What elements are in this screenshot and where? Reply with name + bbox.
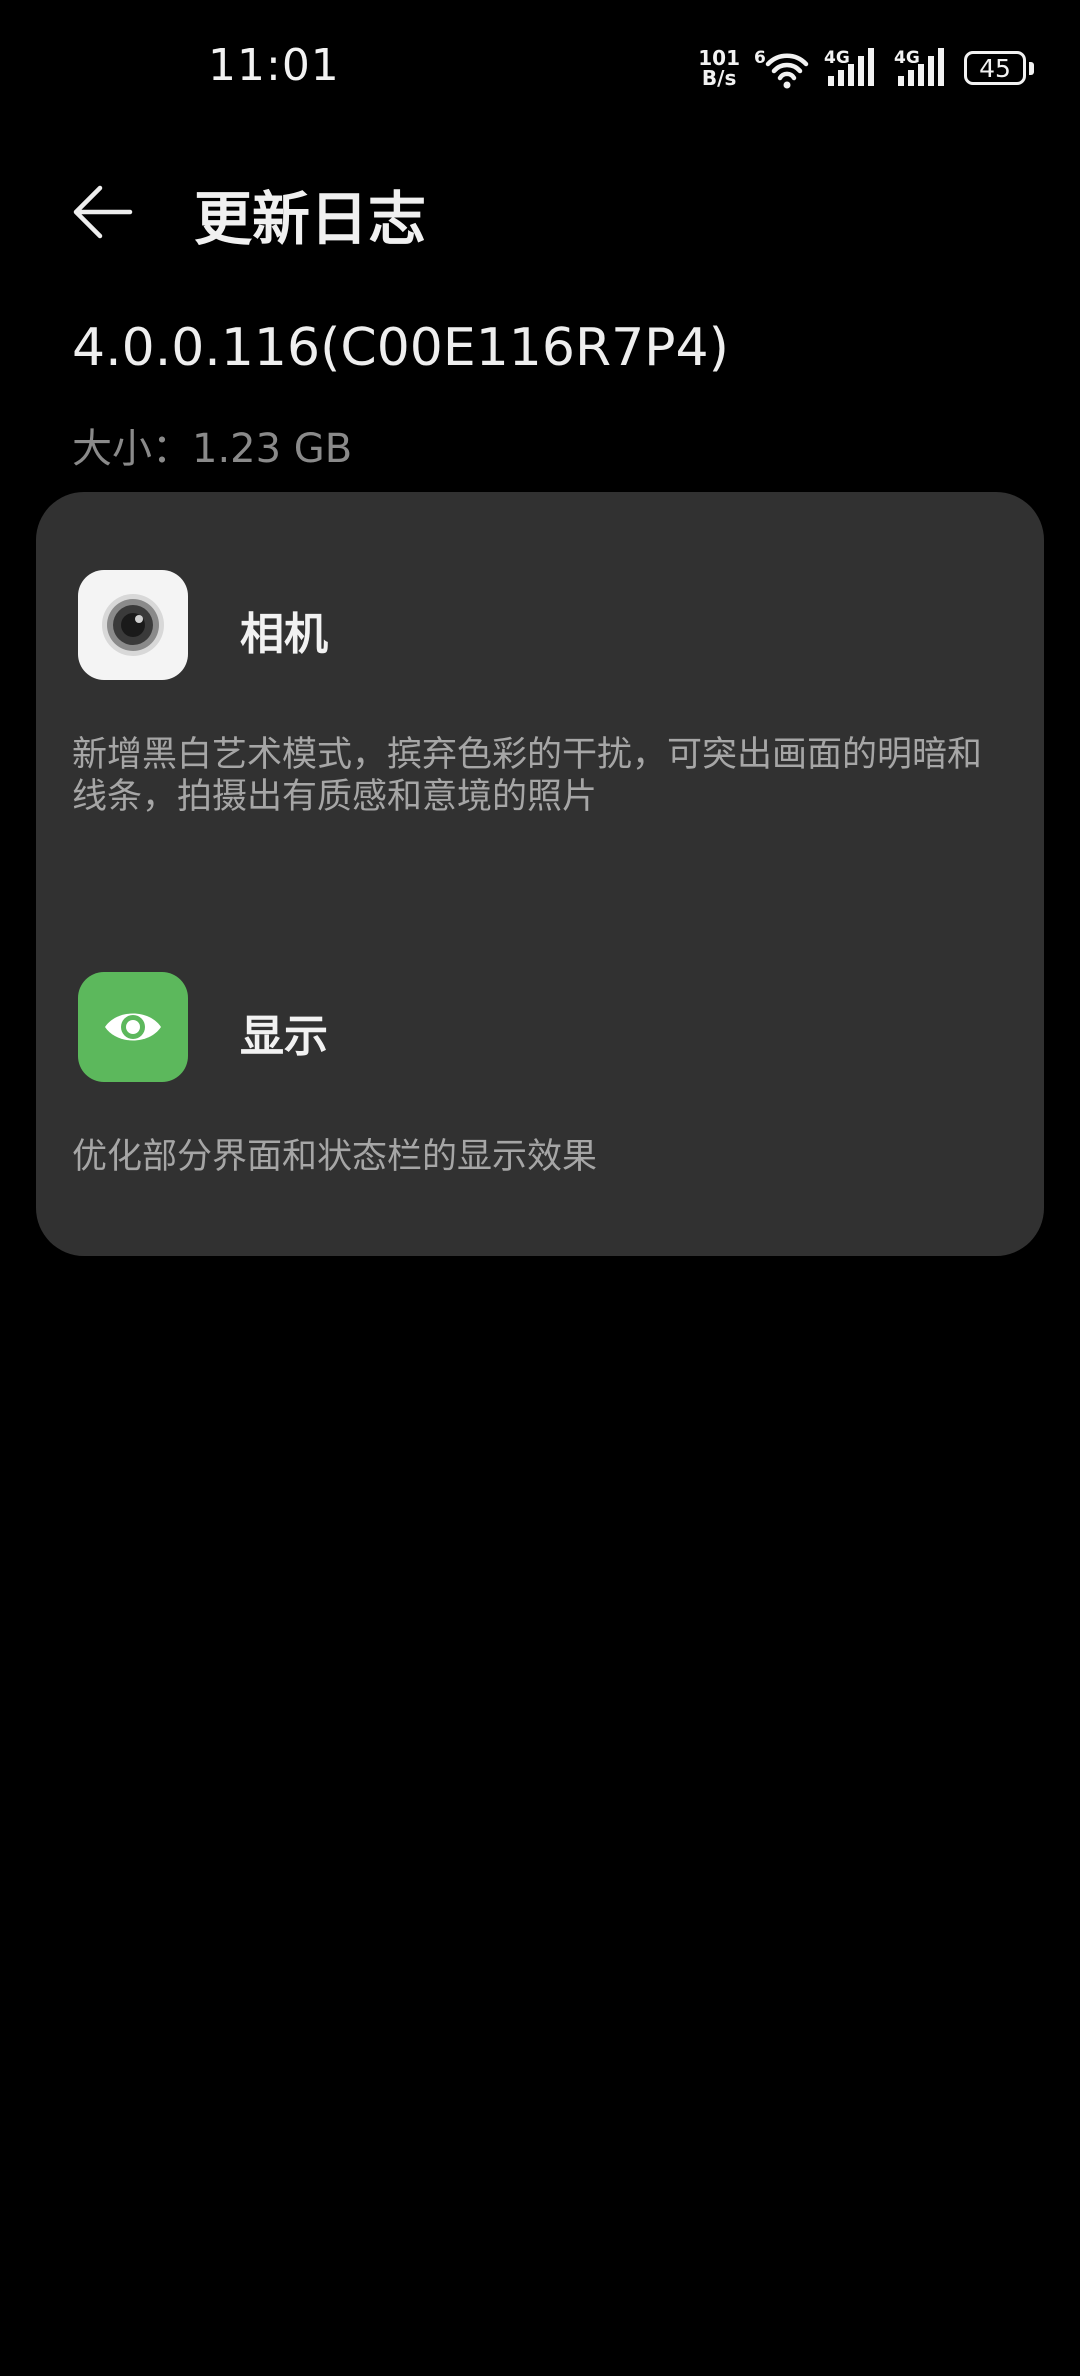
battery-icon: 45	[964, 51, 1034, 85]
network-speed-unit: B/s	[701, 66, 737, 90]
back-button[interactable]	[60, 170, 144, 254]
update-size: 大小：1.23 GB	[72, 426, 353, 472]
wifi-label: 6	[754, 48, 766, 68]
wifi-icon: 6	[754, 46, 810, 90]
changelog-card: 相机 新增黑白艺术模式，摈弃色彩的干扰，可突出画面的明暗和线条，拍摄出有质感和意…	[36, 492, 1044, 1256]
change-description: 新增黑白艺术模式，摈弃色彩的干扰，可突出画面的明暗和线条，拍摄出有质感和意境的照…	[72, 735, 983, 817]
camera-icon	[78, 570, 188, 680]
sim2-label: 4G	[894, 48, 920, 68]
status-icons: 101 B/s 6 4G 4G 45	[698, 46, 1034, 90]
change-app-name: 显示	[240, 1011, 328, 1062]
network-speed: 101 B/s	[698, 48, 740, 88]
eye-icon	[78, 972, 188, 1082]
battery-level: 45	[964, 51, 1026, 85]
change-description: 优化部分界面和状态栏的显示效果	[72, 1137, 598, 1177]
cellular-signal-icon-1: 4G	[824, 46, 880, 90]
network-speed-value: 101	[698, 46, 740, 70]
status-bar: 11:01 101 B/s 6 4G 4G 45	[0, 0, 1080, 130]
app-header: 更新日志	[0, 150, 1080, 270]
version-number: 4.0.0.116(C00E116R7P4)	[72, 318, 729, 378]
sim1-label: 4G	[824, 48, 850, 68]
page-title: 更新日志	[194, 185, 427, 253]
status-time: 11:01	[208, 40, 340, 91]
back-arrow-icon	[73, 185, 133, 239]
change-app-name: 相机	[240, 609, 328, 660]
battery-cap	[1029, 61, 1034, 75]
cellular-signal-icon-2: 4G	[894, 46, 950, 90]
